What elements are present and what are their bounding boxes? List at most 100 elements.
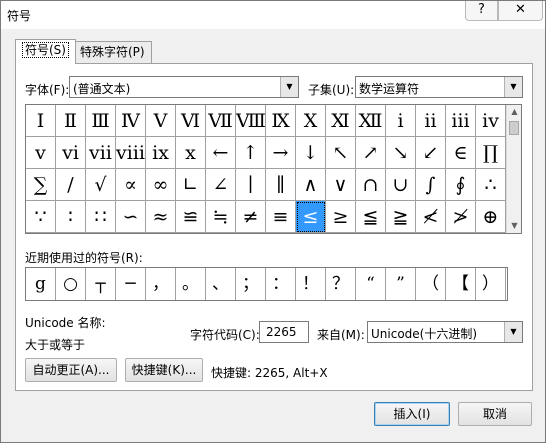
recent-symbol-cell[interactable]: ？ (326, 268, 356, 300)
symbol-cell[interactable]: ≮ (416, 201, 446, 233)
symbol-cell[interactable]: ∕ (56, 169, 86, 201)
recent-symbol-cell[interactable]: ： (266, 268, 296, 300)
symbol-cell[interactable]: Ⅵ (176, 105, 206, 137)
symbol-grid-scrollbar[interactable]: ▲ ▼ (506, 105, 521, 233)
symbol-cell[interactable]: Ⅰ (26, 105, 56, 137)
dialog-title: 符号 (7, 9, 32, 23)
recent-symbol-cell[interactable]: ─ (116, 268, 146, 300)
symbol-cell[interactable]: ≒ (206, 201, 236, 233)
symbol-cell[interactable]: Ⅲ (86, 105, 116, 137)
symbol-cell[interactable]: Ⅺ (326, 105, 356, 137)
symbol-cell[interactable]: ∶ (56, 201, 86, 233)
symbol-cell[interactable]: ∞ (146, 169, 176, 201)
symbol-cell[interactable]: ≦ (356, 201, 386, 233)
symbol-cell[interactable]: ⅰ (386, 105, 416, 137)
help-button[interactable]: ? (465, 1, 498, 21)
shortcut-key-button[interactable]: 快捷键(K)... (125, 358, 203, 382)
recent-symbol-cell[interactable]: 。 (176, 268, 206, 300)
recent-symbol-cell[interactable]: ！ (296, 268, 326, 300)
symbol-cell[interactable]: ⅳ (476, 105, 506, 137)
symbol-cell[interactable]: Ⅱ (56, 105, 86, 137)
from-select[interactable]: Unicode(十六进制) ▼ (367, 321, 523, 343)
symbol-cell[interactable]: ∫ (416, 169, 446, 201)
recent-symbol-cell[interactable]: ┬ (86, 268, 116, 300)
symbol-cell[interactable]: ⅵ (56, 137, 86, 169)
scroll-up-icon[interactable]: ▲ (507, 105, 522, 119)
close-button[interactable]: ✕ (498, 1, 543, 21)
symbol-cell[interactable]: ↗ (356, 137, 386, 169)
symbol-cell[interactable]: ≤ (296, 201, 326, 233)
recent-symbol-cell[interactable]: ○ (56, 268, 86, 300)
symbol-cell[interactable]: ∪ (386, 169, 416, 201)
symbol-cell[interactable]: ← (206, 137, 236, 169)
symbol-cell[interactable]: ≡ (266, 201, 296, 233)
symbol-cell[interactable]: ⅹ (176, 137, 206, 169)
symbol-cell[interactable]: ∈ (446, 137, 476, 169)
symbol-cell[interactable]: ∵ (26, 201, 56, 233)
symbol-cell[interactable]: ≧ (386, 201, 416, 233)
symbol-cell[interactable]: ∮ (446, 169, 476, 201)
symbol-cell[interactable]: ≯ (446, 201, 476, 233)
symbol-cell[interactable]: → (266, 137, 296, 169)
symbol-cell[interactable]: ≠ (236, 201, 266, 233)
recent-symbol-cell[interactable]: 、 (206, 268, 236, 300)
recent-symbol-cell[interactable]: “ (356, 268, 386, 300)
symbol-cell[interactable]: ∨ (326, 169, 356, 201)
subset-select[interactable]: 数学运算符 ▼ (355, 76, 523, 98)
tab-special-characters[interactable]: 特殊字符(P) (73, 41, 152, 63)
symbol-cell[interactable]: ∧ (296, 169, 326, 201)
symbol-cell[interactable]: ↑ (236, 137, 266, 169)
symbol-cell[interactable]: ⅶ (86, 137, 116, 169)
symbol-cell[interactable]: Ⅶ (206, 105, 236, 137)
font-select[interactable]: (普通文本) ▼ (69, 76, 299, 98)
symbol-cell[interactable]: ↖ (326, 137, 356, 169)
symbol-cell[interactable]: ↓ (296, 137, 326, 169)
symbol-cell[interactable]: ∴ (476, 169, 506, 201)
chevron-down-icon[interactable]: ▼ (504, 322, 522, 342)
symbol-cell[interactable]: ≈ (146, 201, 176, 233)
recent-symbol-cell[interactable]: g (26, 268, 56, 300)
symbol-cell[interactable]: Ⅴ (146, 105, 176, 137)
insert-button[interactable]: 插入(I) (374, 402, 450, 426)
cancel-button[interactable]: 取消 (458, 402, 532, 426)
chevron-down-icon[interactable]: ▼ (280, 77, 298, 97)
recent-symbol-cell[interactable]: ， (146, 268, 176, 300)
symbol-cell[interactable]: Ⅹ (296, 105, 326, 137)
symbol-cell[interactable]: ∷ (86, 201, 116, 233)
recent-symbol-cell[interactable]: ” (386, 268, 416, 300)
symbol-cell[interactable]: ⅴ (26, 137, 56, 169)
tab-symbols[interactable]: 符号(S) (15, 39, 76, 64)
symbol-cell[interactable]: Ⅷ (236, 105, 266, 137)
symbol-cell[interactable]: ⅱ (416, 105, 446, 137)
symbol-cell[interactable]: ↘ (386, 137, 416, 169)
recent-symbol-cell[interactable]: ； (236, 268, 266, 300)
recent-symbol-cell[interactable]: （ (416, 268, 446, 300)
symbol-cell[interactable]: ⊕ (476, 201, 506, 233)
scroll-down-icon[interactable]: ▼ (507, 219, 522, 233)
symbol-cell[interactable]: ∟ (176, 169, 206, 201)
symbol-cell[interactable]: ∝ (116, 169, 146, 201)
symbol-cell[interactable]: ∣ (236, 169, 266, 201)
symbol-cell[interactable]: ⅷ (116, 137, 146, 169)
symbol-cell[interactable]: ⅲ (446, 105, 476, 137)
symbol-cell[interactable]: Ⅳ (116, 105, 146, 137)
symbol-cell[interactable]: ⅸ (146, 137, 176, 169)
symbol-cell[interactable]: ∏ (476, 137, 506, 169)
symbol-cell[interactable]: ∽ (116, 201, 146, 233)
symbol-cell[interactable]: ≌ (176, 201, 206, 233)
symbol-cell[interactable]: Ⅻ (356, 105, 386, 137)
scrollbar-thumb[interactable] (509, 121, 519, 135)
symbol-cell[interactable]: ↙ (416, 137, 446, 169)
symbol-cell[interactable]: ∥ (266, 169, 296, 201)
symbol-cell[interactable]: √ (86, 169, 116, 201)
symbol-cell[interactable]: ∠ (206, 169, 236, 201)
symbol-cell[interactable]: ∑ (26, 169, 56, 201)
symbol-cell[interactable]: ∩ (356, 169, 386, 201)
autocorrect-button[interactable]: 自动更正(A)... (25, 358, 117, 382)
chevron-down-icon[interactable]: ▼ (504, 77, 522, 97)
recent-symbol-cell[interactable]: 【 (446, 268, 476, 300)
char-code-input[interactable]: 2265 (259, 321, 309, 343)
recent-symbol-cell[interactable]: ） (476, 268, 506, 300)
symbol-cell[interactable]: Ⅸ (266, 105, 296, 137)
symbol-cell[interactable]: ≥ (326, 201, 356, 233)
